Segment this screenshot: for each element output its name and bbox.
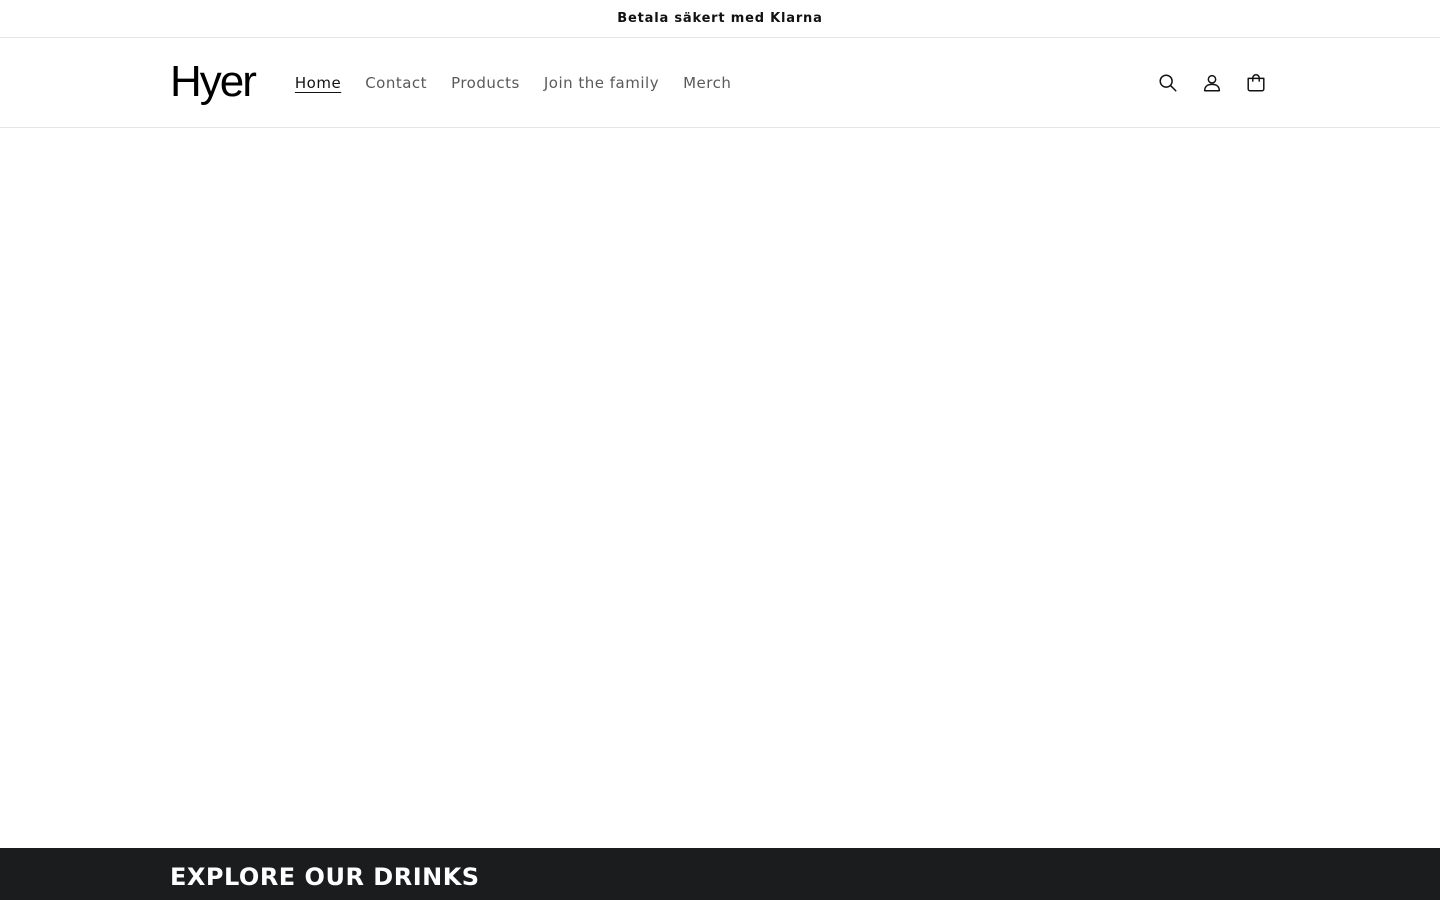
- cart-button[interactable]: [1238, 61, 1274, 105]
- site-logo[interactable]: Hyer: [170, 58, 257, 108]
- nav-contact[interactable]: Contact: [365, 74, 427, 92]
- account-icon: [1203, 74, 1221, 92]
- account-button[interactable]: [1194, 61, 1230, 105]
- nav-merch[interactable]: Merch: [683, 74, 731, 92]
- cart-icon: [1247, 73, 1265, 92]
- announcement-text: Betala säkert med Klarna: [617, 11, 823, 26]
- nav-home[interactable]: Home: [295, 74, 341, 92]
- header-icons: [1150, 61, 1274, 105]
- site-header: Hyer Home Contact Products Join the fami…: [0, 38, 1440, 128]
- search-button[interactable]: [1150, 61, 1186, 105]
- hero-banner: [0, 128, 1440, 848]
- announcement-bar: Betala säkert med Klarna: [0, 0, 1440, 38]
- explore-drinks-section: EXPLORE OUR DRINKS: [0, 848, 1440, 900]
- search-icon: [1159, 73, 1177, 92]
- main-nav: Home Contact Products Join the family Me…: [295, 74, 731, 92]
- nav-products[interactable]: Products: [451, 74, 520, 92]
- nav-join-the-family[interactable]: Join the family: [544, 74, 659, 92]
- section-title: EXPLORE OUR DRINKS: [170, 863, 480, 891]
